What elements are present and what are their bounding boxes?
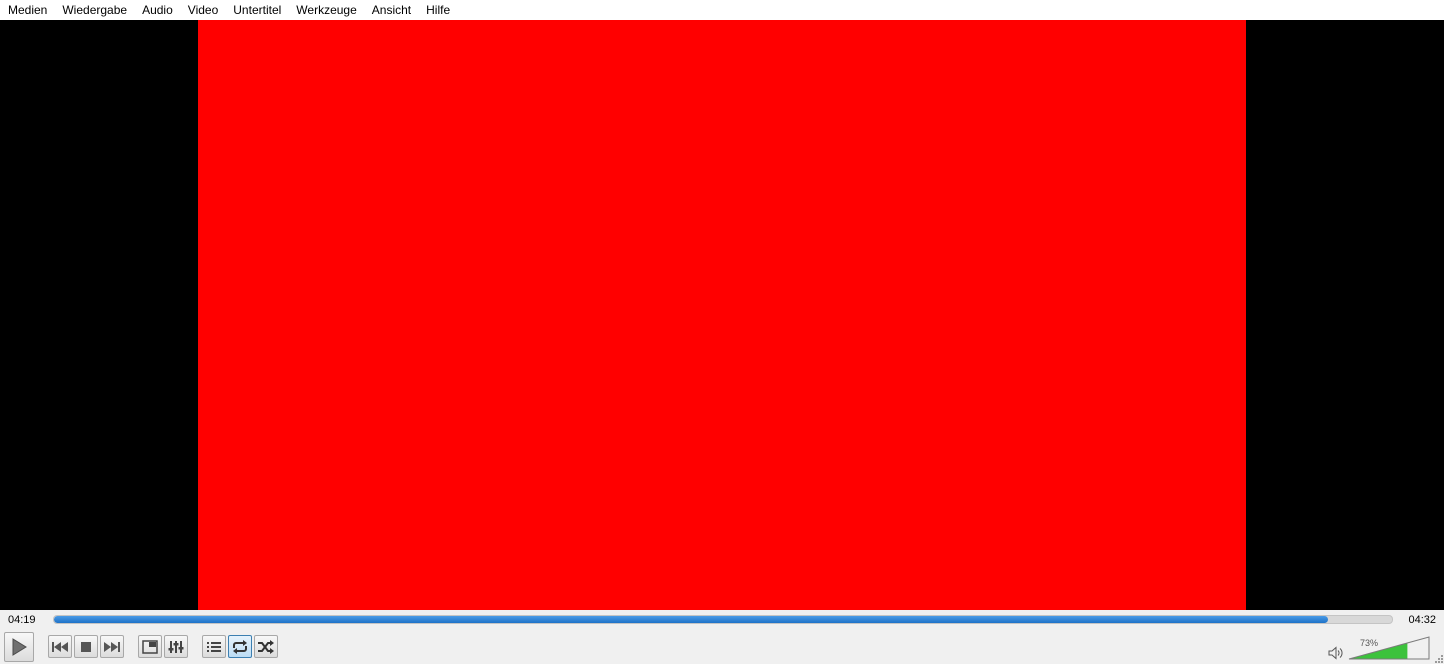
play-icon — [12, 638, 27, 656]
stop-button[interactable] — [74, 635, 98, 658]
previous-button[interactable] — [48, 635, 72, 658]
next-button[interactable] — [100, 635, 124, 658]
menu-ansicht[interactable]: Ansicht — [364, 0, 418, 20]
next-icon — [104, 641, 120, 652]
previous-icon — [52, 641, 68, 652]
fullscreen-icon — [142, 639, 158, 654]
seek-row: 04:19 04:32 — [0, 610, 1444, 630]
shuffle-icon — [258, 639, 274, 654]
controls-bar: 73% — [0, 630, 1444, 664]
speaker-icon[interactable] — [1328, 646, 1344, 660]
shuffle-button[interactable] — [254, 635, 278, 658]
menu-werkzeuge[interactable]: Werkzeuge — [288, 0, 363, 20]
volume-slider[interactable] — [1348, 636, 1430, 660]
seek-slider[interactable] — [53, 615, 1393, 624]
elapsed-time[interactable]: 04:19 — [8, 614, 36, 626]
loop-icon — [233, 639, 247, 654]
playlist-icon — [207, 641, 221, 652]
loop-button[interactable] — [228, 635, 252, 658]
volume-control: 73% — [1326, 630, 1444, 664]
menu-audio[interactable]: Audio — [134, 0, 180, 20]
total-time[interactable]: 04:32 — [1408, 614, 1436, 626]
equalizer-icon — [168, 640, 184, 653]
menu-video[interactable]: Video — [180, 0, 225, 20]
stop-icon — [81, 641, 91, 652]
fullscreen-button[interactable] — [138, 635, 162, 658]
menu-bar: Medien Wiedergabe Audio Video Untertitel Werk… — [0, 0, 1444, 20]
play-button[interactable] — [4, 632, 34, 662]
video-area[interactable] — [0, 20, 1444, 610]
video-frame[interactable] — [198, 20, 1246, 610]
extended-settings-button[interactable] — [164, 635, 188, 658]
menu-medien[interactable]: Medien — [0, 0, 54, 20]
playlist-button[interactable] — [202, 635, 226, 658]
menu-hilfe[interactable]: Hilfe — [418, 0, 457, 20]
seek-slider-fill — [54, 616, 1328, 623]
resize-grip-icon[interactable] — [1434, 654, 1444, 664]
menu-wiedergabe[interactable]: Wiedergabe — [54, 0, 134, 20]
menu-untertitel[interactable]: Untertitel — [225, 0, 288, 20]
